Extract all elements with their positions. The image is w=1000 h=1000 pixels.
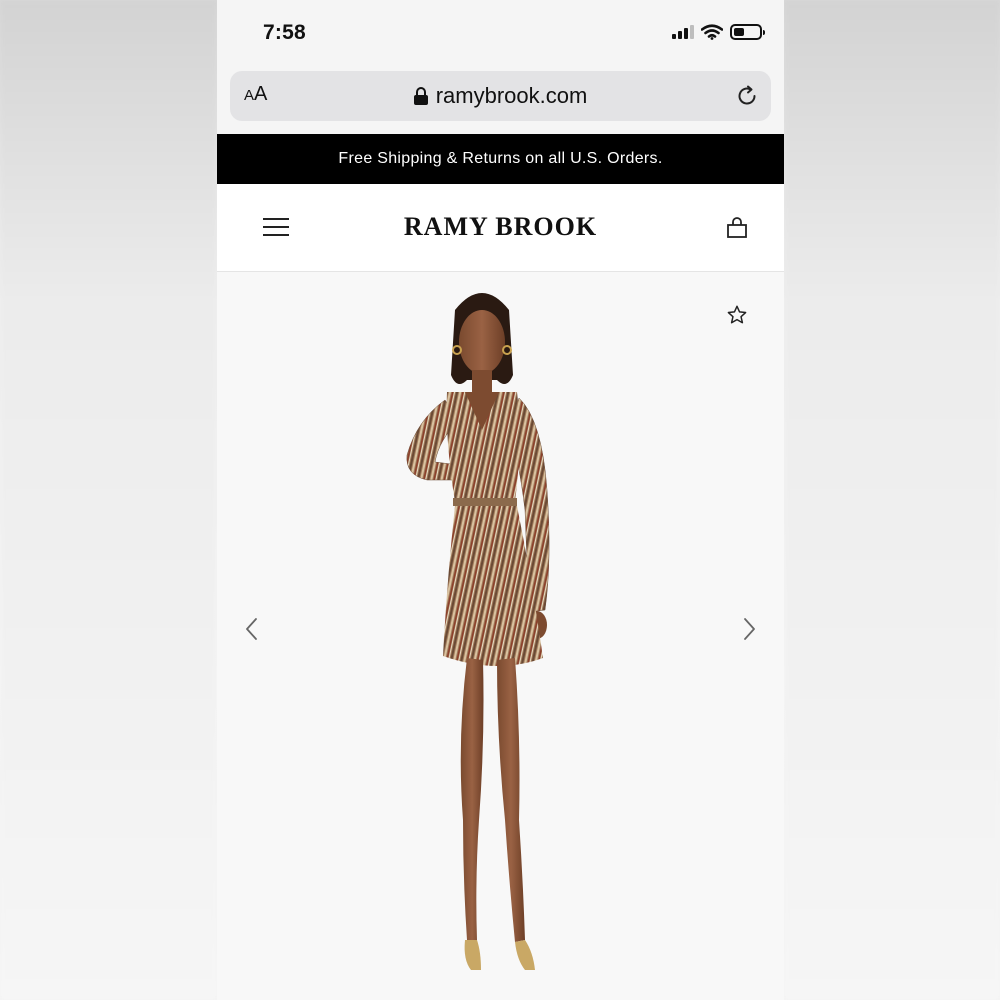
blurred-backdrop-right <box>784 0 1000 1000</box>
product-image[interactable] <box>347 280 617 1000</box>
status-bar: 7:58 <box>217 0 784 68</box>
battery-icon <box>730 24 765 40</box>
wifi-icon <box>701 24 723 40</box>
cellular-signal-icon <box>672 25 694 39</box>
address-bar[interactable]: AA ramybrook.com <box>230 71 771 121</box>
status-icons <box>672 24 765 40</box>
browser-chrome: AA ramybrook.com <box>217 68 784 134</box>
reload-icon[interactable] <box>735 84 759 108</box>
phone-screen: 7:58 AA ramybrook.com Free Shipping & Re… <box>217 0 784 1000</box>
url-text: ramybrook.com <box>435 83 588 108</box>
url-display[interactable]: ramybrook.com <box>230 83 771 109</box>
product-gallery <box>217 272 784 1000</box>
shopping-bag-icon[interactable] <box>726 217 748 239</box>
site-logo[interactable]: RAMY BROOK <box>217 212 784 242</box>
status-time: 7:58 <box>263 21 306 44</box>
battery-level <box>734 28 744 36</box>
promo-banner: Free Shipping & Returns on all U.S. Orde… <box>217 134 784 184</box>
chevron-right-icon[interactable] <box>740 616 758 642</box>
blurred-backdrop-left <box>0 0 217 1000</box>
lock-icon <box>413 87 428 105</box>
site-header: RAMY BROOK <box>217 184 784 272</box>
chevron-left-icon[interactable] <box>243 616 261 642</box>
star-icon[interactable] <box>726 304 748 326</box>
